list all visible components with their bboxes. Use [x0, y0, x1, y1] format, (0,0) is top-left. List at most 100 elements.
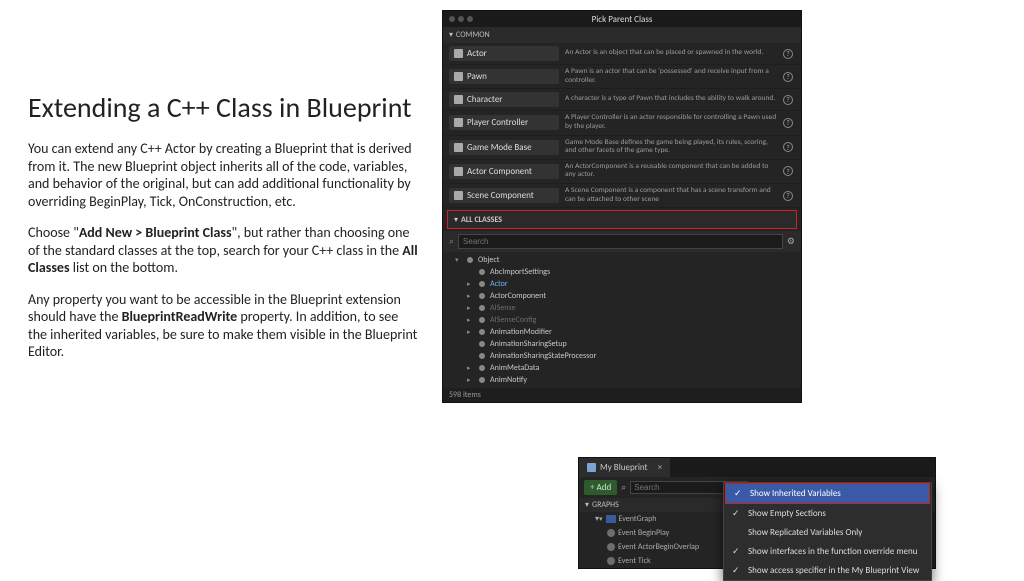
tree-item[interactable]: AISense	[447, 302, 801, 314]
expand-icon[interactable]	[467, 375, 477, 385]
tree-label: AnimationSharingStateProcessor	[490, 351, 596, 361]
class-dot-icon	[479, 365, 485, 371]
expand-icon[interactable]	[455, 255, 465, 265]
class-row[interactable]: Actor ComponentAn ActorComponent is a re…	[443, 160, 801, 184]
tree-item[interactable]: AISenseConfig	[447, 314, 801, 326]
class-button[interactable]: Player Controller	[449, 115, 559, 130]
class-button[interactable]: Actor Component	[449, 164, 559, 179]
context-menu-item[interactable]: Show interfaces in the function override…	[724, 542, 931, 561]
tree-item[interactable]: Object	[447, 254, 801, 266]
class-button[interactable]: Scene Component	[449, 188, 559, 203]
class-dot-icon	[479, 293, 485, 299]
class-icon	[454, 143, 463, 152]
common-section-header[interactable]: COMMON	[443, 27, 801, 43]
tree-label: ActorComponent	[490, 291, 546, 301]
section-label: GRAPHS	[592, 500, 619, 510]
class-name: Scene Component	[467, 190, 534, 201]
class-row[interactable]: Character A character is a type of Pawn t…	[443, 89, 801, 111]
class-tree: ObjectAbcImportSettings Actor ActorCompone…	[443, 252, 801, 388]
class-icon	[454, 72, 463, 81]
context-menu-item[interactable]: Show Inherited Variables	[725, 483, 930, 504]
class-description: A Pawn is an actor that can be 'possesse…	[565, 68, 795, 85]
class-dot-icon	[479, 305, 485, 311]
event-label: Event ActorBeginOverlap	[618, 542, 699, 552]
class-description: An Actor is an object that can be placed…	[565, 49, 795, 58]
class-icon	[454, 118, 463, 127]
context-menu-item[interactable]: Show access specifier in the My Blueprin…	[724, 561, 931, 580]
item-count: 598 items	[443, 388, 801, 402]
tree-label: Actor	[490, 279, 508, 289]
class-name: Actor Component	[467, 166, 532, 177]
tab-label: My Blueprint	[600, 462, 648, 473]
help-icon[interactable]: ?	[783, 49, 793, 59]
help-icon[interactable]: ?	[783, 118, 793, 128]
class-dot-icon	[479, 353, 485, 359]
class-button[interactable]: Actor	[449, 46, 559, 61]
expand-icon[interactable]	[467, 327, 477, 337]
event-icon	[607, 557, 615, 565]
tree-item[interactable]: AnimationModifier	[447, 326, 801, 338]
class-name: Player Controller	[467, 117, 528, 128]
class-name: Game Mode Base	[467, 142, 532, 153]
search-row: ⌕ ⚙	[443, 231, 801, 252]
page-title: Extending a C++ Class in Blueprint	[28, 92, 418, 124]
tree-item[interactable]: ActorComponent	[447, 290, 801, 302]
expand-icon[interactable]	[467, 279, 477, 289]
section-label: ALL CLASSES	[461, 215, 502, 225]
class-description: A Scene Component is a component that ha…	[565, 187, 795, 204]
class-row[interactable]: Scene Component A Scene Component is a co…	[443, 184, 801, 208]
tab-my-blueprint[interactable]: My Blueprint ×	[579, 458, 670, 477]
graph-icon	[606, 515, 616, 523]
class-dot-icon	[479, 269, 485, 275]
event-label: Event BeginPlay	[618, 528, 669, 538]
options-context-menu: Show Inherited VariablesShow Empty Secti…	[723, 482, 932, 581]
expand-icon[interactable]	[467, 315, 477, 325]
help-icon[interactable]: ?	[783, 95, 793, 105]
class-row[interactable]: Game Mode BaseGame Mode Base defines the…	[443, 136, 801, 160]
help-icon[interactable]: ?	[783, 191, 793, 201]
expand-icon[interactable]	[467, 303, 477, 313]
tree-label: AnimNotify	[490, 375, 527, 385]
class-search-input[interactable]	[458, 234, 783, 249]
class-name: Pawn	[467, 71, 487, 82]
class-row[interactable]: Actor An Actor is an object that can be p…	[443, 43, 801, 65]
close-icon[interactable]: ×	[658, 462, 662, 473]
tree-item[interactable]: AbcImportSettings	[447, 266, 801, 278]
add-button[interactable]: Add	[584, 480, 617, 495]
help-icon[interactable]: ?	[783, 72, 793, 82]
tree-item[interactable]: Actor	[447, 278, 801, 290]
tree-item[interactable]: AnimNotify	[447, 374, 801, 386]
all-classes-section-header[interactable]: ALL CLASSES	[447, 210, 797, 229]
tree-item[interactable]: AnimMetaData	[447, 362, 801, 374]
paragraph-1: You can extend any C++ Actor by creating…	[28, 140, 418, 210]
expand-icon[interactable]	[467, 363, 477, 373]
gear-icon[interactable]: ⚙	[787, 236, 795, 247]
window-title: Pick Parent Class	[443, 14, 801, 25]
tree-item[interactable]: AnimationSharingStateProcessor	[447, 350, 801, 362]
class-row[interactable]: Pawn A Pawn is an actor that can be 'poss…	[443, 65, 801, 89]
class-button[interactable]: Character	[449, 92, 559, 107]
expand-icon[interactable]	[467, 291, 477, 301]
class-row[interactable]: Player ControllerA Player Controller is …	[443, 111, 801, 135]
text-bold: Add New > Blueprint Class	[79, 224, 232, 241]
context-menu-item[interactable]: Show Replicated Variables Only	[724, 523, 931, 542]
chevron-down-icon	[585, 500, 589, 510]
tree-label: AbcImportSettings	[490, 267, 550, 277]
class-name: Actor	[467, 48, 487, 59]
section-label: COMMON	[456, 30, 490, 40]
paragraph-2: Choose "Add New > Blueprint Class", but …	[28, 224, 418, 277]
tree-label: AISense	[490, 303, 516, 313]
class-dot-icon	[479, 329, 485, 335]
class-dot-icon	[479, 317, 485, 323]
class-button[interactable]: Game Mode Base	[449, 140, 559, 155]
context-menu-item[interactable]: Show Empty Sections	[724, 504, 931, 523]
tree-label: AISenseConfig	[490, 315, 536, 325]
class-button[interactable]: Pawn	[449, 69, 559, 84]
text: list on the bottom.	[70, 259, 178, 276]
event-label: Event Tick	[618, 556, 651, 566]
class-description: A character is a type of Pawn that inclu…	[565, 95, 795, 104]
class-name: Character	[467, 94, 502, 105]
tree-item[interactable]: AnimationSharingSetup	[447, 338, 801, 350]
class-icon	[454, 49, 463, 58]
text-column: Extending a C++ Class in Blueprint You c…	[28, 92, 418, 375]
